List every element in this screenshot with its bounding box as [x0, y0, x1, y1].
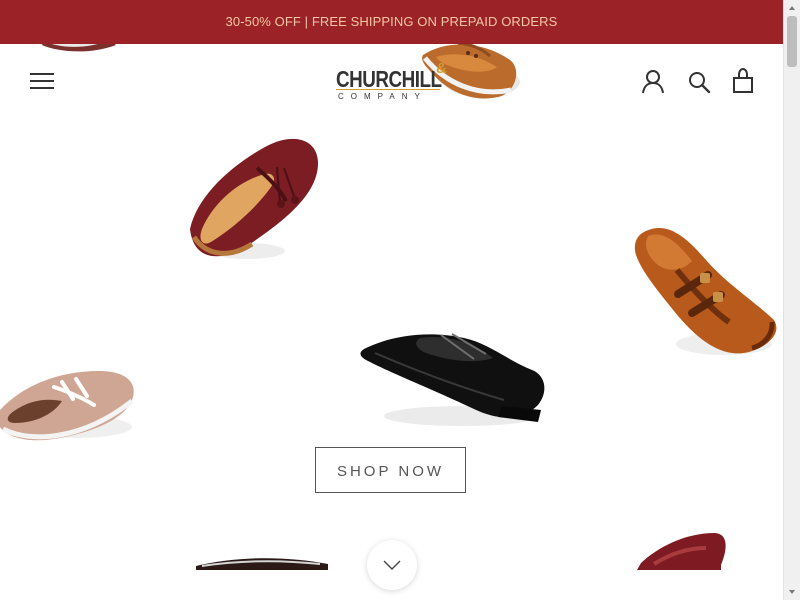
hamburger-menu-icon — [30, 73, 54, 89]
vertical-scrollbar[interactable] — [783, 0, 800, 600]
shopping-bag-icon — [733, 67, 753, 93]
logo-subtitle: COMPANY — [338, 92, 427, 101]
menu-button[interactable] — [30, 70, 56, 92]
shop-now-button[interactable]: SHOP NOW — [315, 447, 466, 493]
scroll-down-button[interactable] — [367, 540, 417, 590]
brown-monk-strap-shoe-image — [634, 228, 777, 355]
search-button[interactable] — [687, 69, 711, 95]
website-viewport: 30-50% OFF | FREE SHIPPING ON PREPAID OR… — [0, 0, 783, 600]
burgundy-tassel-loafer-image — [190, 138, 319, 259]
account-button[interactable] — [641, 69, 665, 95]
churchill-company-logo-link[interactable]: CHURCHILL & COMPANY — [336, 61, 452, 107]
scroll-up-arrow-icon[interactable] — [788, 4, 796, 12]
announcement-text: 30-50% OFF | FREE SHIPPING ON PREPAID OR… — [225, 14, 558, 29]
logo-ampersand: & — [436, 60, 447, 77]
beige-sneaker-image — [0, 371, 134, 441]
black-oxford-shoe-image — [360, 333, 545, 426]
cart-button[interactable] — [731, 67, 755, 96]
cropped-burgundy-shoe-image-bottom-right — [637, 533, 726, 570]
cropped-shoe-image-bottom-center — [196, 558, 328, 570]
scroll-down-arrow-icon[interactable] — [788, 588, 796, 596]
announcement-bar: 30-50% OFF | FREE SHIPPING ON PREPAID OR… — [0, 0, 783, 44]
search-icon — [689, 72, 711, 94]
scrollbar-thumb[interactable] — [787, 16, 797, 67]
logo-divider — [336, 89, 440, 90]
site-header: CHURCHILL & COMPANY — [0, 44, 783, 120]
logo-wordmark: CHURCHILL — [336, 66, 442, 92]
page: 30-50% OFF | FREE SHIPPING ON PREPAID OR… — [0, 0, 800, 600]
user-account-icon — [642, 70, 664, 94]
chevron-down-icon — [383, 560, 401, 570]
